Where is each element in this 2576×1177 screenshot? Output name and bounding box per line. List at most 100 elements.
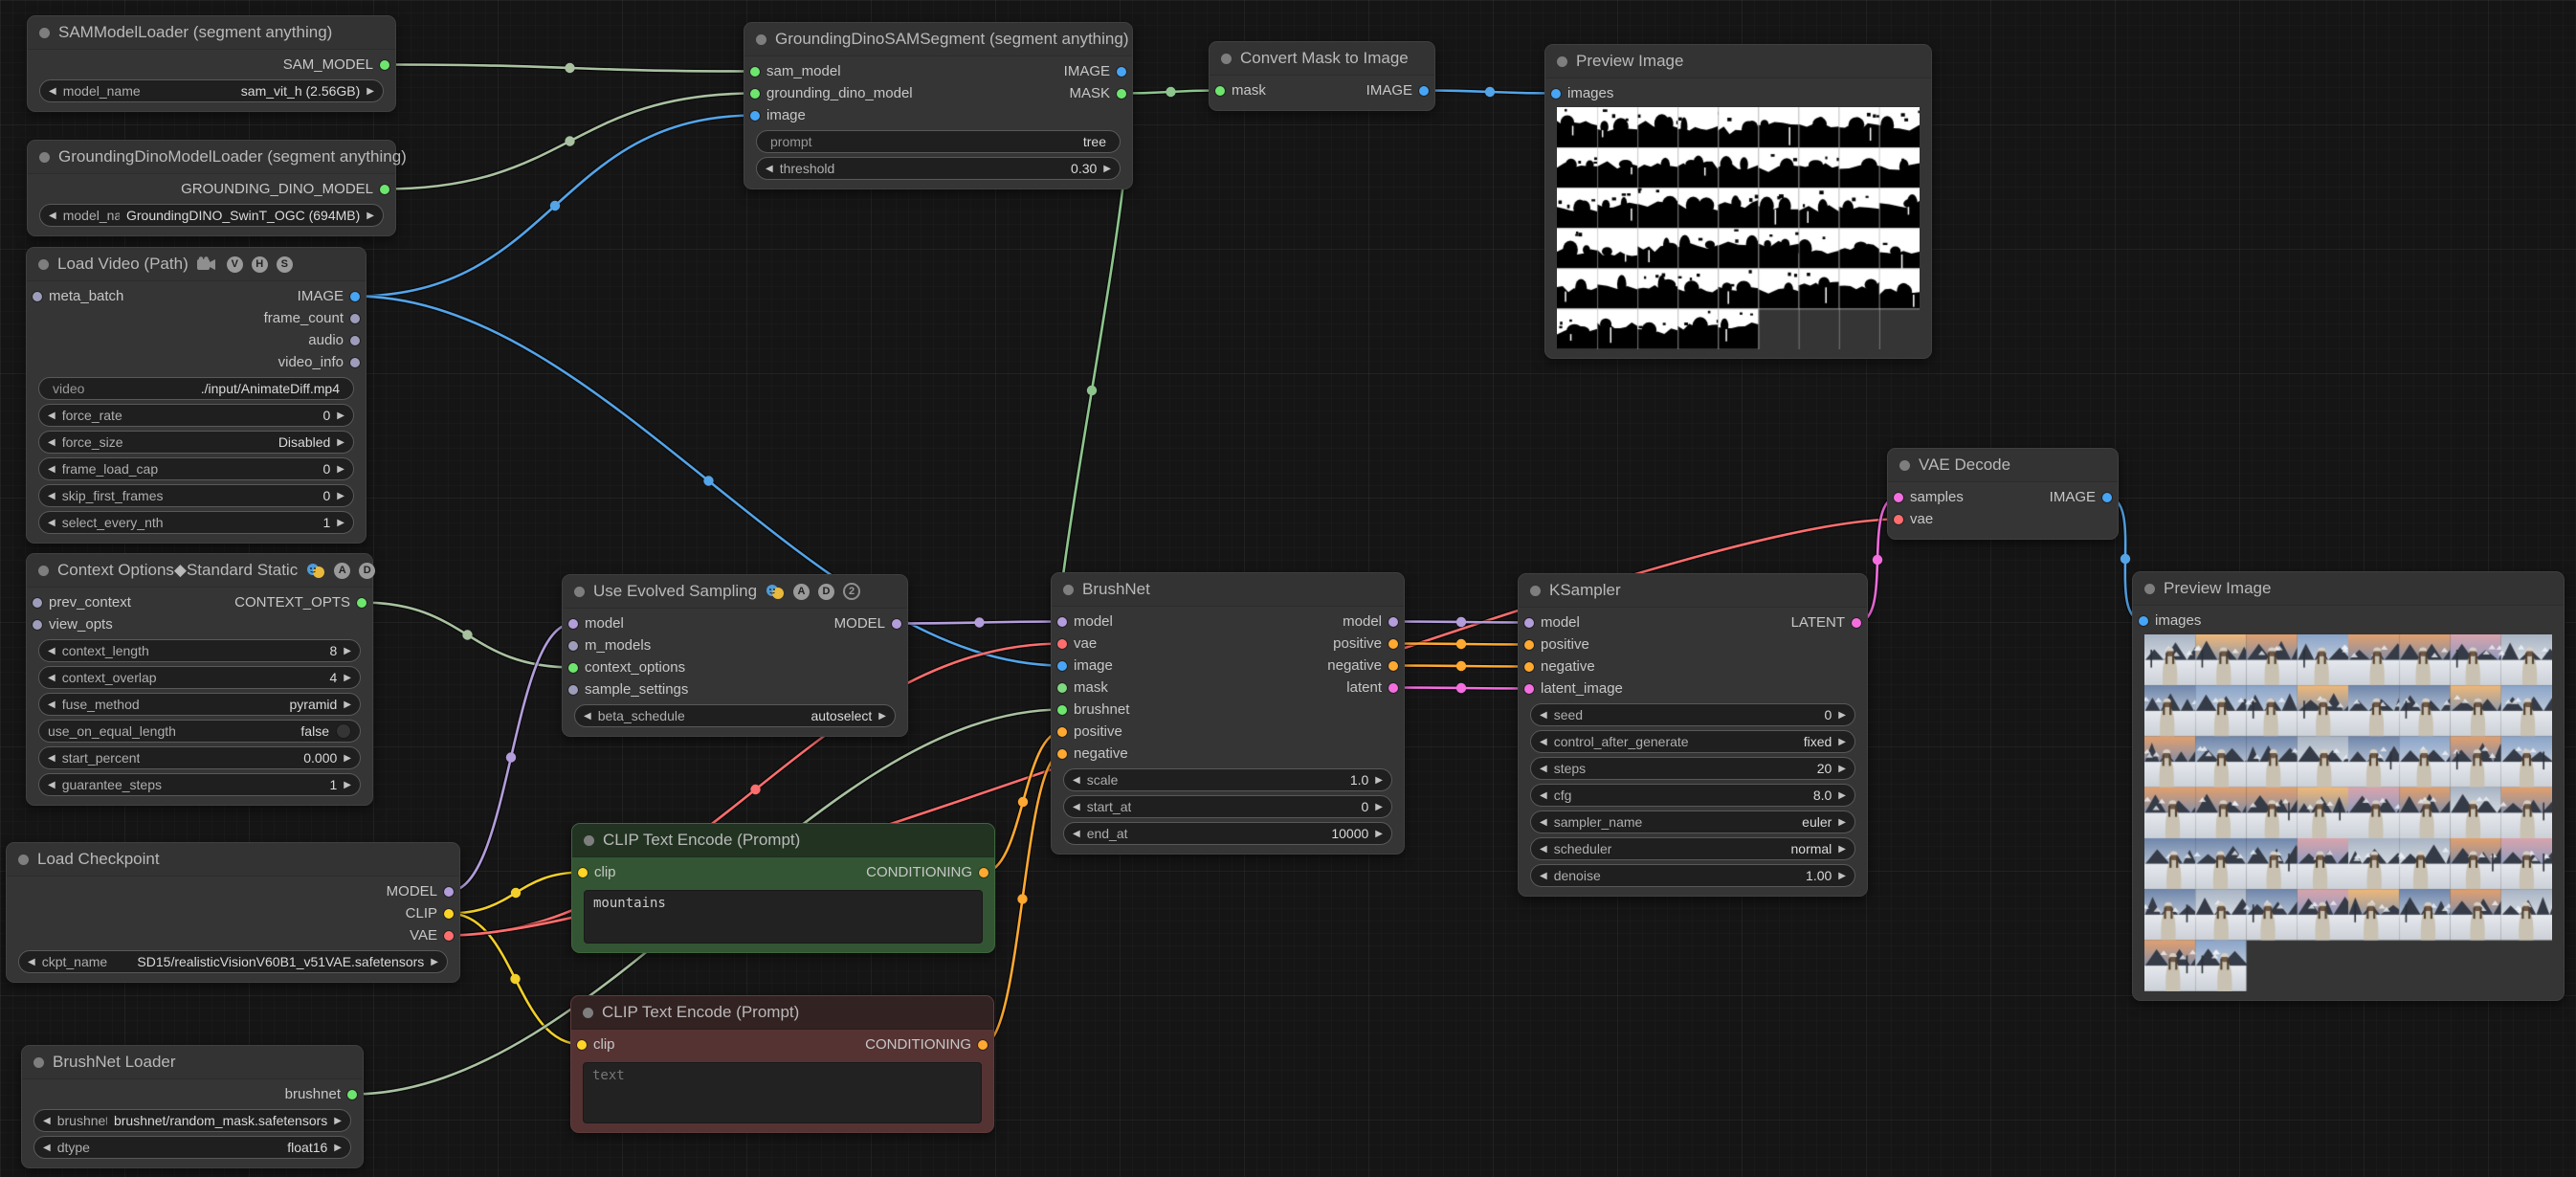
port-CONTEXT_OPTS-output[interactable]	[357, 598, 366, 608]
increment-arrow-icon[interactable]: ▶	[344, 753, 351, 764]
widget-video[interactable]: video./input/AnimateDiff.mp4	[38, 377, 354, 400]
port-brushnet-input[interactable]	[1057, 705, 1067, 715]
increment-arrow-icon[interactable]: ▶	[337, 518, 344, 528]
port-IMAGE-output[interactable]	[1117, 67, 1126, 77]
widget-force_size[interactable]: ◀force_sizeDisabled▶	[38, 431, 354, 454]
increment-arrow-icon[interactable]: ▶	[1103, 164, 1111, 174]
widget-scheduler[interactable]: ◀schedulernormal▶	[1530, 837, 1855, 860]
increment-arrow-icon[interactable]: ▶	[878, 711, 886, 722]
collapse-dot[interactable]	[33, 1057, 44, 1068]
widget-skip_first_frames[interactable]: ◀skip_first_frames0▶	[38, 484, 354, 507]
port-view_opts-input[interactable]	[33, 620, 42, 630]
collapse-dot[interactable]	[1063, 585, 1074, 595]
decrement-arrow-icon[interactable]: ◀	[48, 646, 56, 656]
port-CLIP-output[interactable]	[444, 909, 454, 919]
increment-arrow-icon[interactable]: ▶	[337, 464, 344, 475]
widget-frame_load_cap[interactable]: ◀frame_load_cap0▶	[38, 457, 354, 480]
decrement-arrow-icon[interactable]: ◀	[48, 753, 56, 764]
widget-context_overlap[interactable]: ◀context_overlap4▶	[38, 666, 361, 689]
port-model-input[interactable]	[568, 619, 578, 629]
widget-cfg[interactable]: ◀cfg8.0▶	[1530, 784, 1855, 807]
decrement-arrow-icon[interactable]: ◀	[28, 957, 35, 967]
increment-arrow-icon[interactable]: ▶	[334, 1116, 342, 1126]
port-MASK-output[interactable]	[1117, 89, 1126, 99]
collapse-dot[interactable]	[756, 34, 766, 45]
collapse-dot[interactable]	[2144, 584, 2155, 594]
increment-arrow-icon[interactable]: ▶	[366, 211, 374, 221]
widget-seed[interactable]: ◀seed0▶	[1530, 703, 1855, 726]
widget-ckpt_name[interactable]: ◀ckpt_nameSD15/realisticVisionV60B1_v51V…	[18, 950, 448, 973]
increment-arrow-icon[interactable]: ▶	[431, 957, 438, 967]
node-title-bar[interactable]: Load Checkpoint	[7, 843, 459, 877]
node-brushnet[interactable]: BrushNetmodelmodelvaepositiveimagenegati…	[1051, 572, 1405, 855]
decrement-arrow-icon[interactable]: ◀	[48, 464, 56, 475]
decrement-arrow-icon[interactable]: ◀	[1540, 844, 1547, 855]
port-VAE-output[interactable]	[444, 931, 454, 941]
collapse-dot[interactable]	[18, 855, 29, 865]
decrement-arrow-icon[interactable]: ◀	[49, 86, 56, 97]
node-load_checkpoint[interactable]: Load CheckpointMODELCLIPVAE◀ckpt_nameSD1…	[6, 842, 460, 983]
decrement-arrow-icon[interactable]: ◀	[1540, 737, 1547, 747]
node-sam_loader[interactable]: SAMModelLoader (segment anything)SAM_MOD…	[27, 15, 396, 112]
increment-arrow-icon[interactable]: ▶	[1838, 871, 1846, 881]
port-IMAGE-output[interactable]	[2102, 493, 2112, 502]
widget-steps[interactable]: ◀steps20▶	[1530, 757, 1855, 780]
node-preview_mask[interactable]: Preview Imageimages	[1544, 44, 1932, 359]
decrement-arrow-icon[interactable]: ◀	[48, 491, 56, 501]
decrement-arrow-icon[interactable]: ◀	[1073, 775, 1080, 786]
increment-arrow-icon[interactable]: ▶	[1838, 817, 1846, 828]
port-brushnet-output[interactable]	[347, 1090, 357, 1099]
widget-fuse_method[interactable]: ◀fuse_methodpyramid▶	[38, 693, 361, 716]
port-IMAGE-output[interactable]	[1419, 86, 1429, 96]
widget-model_name[interactable]: ◀model_namesam_vit_h (2.56GB)▶	[39, 79, 384, 102]
increment-arrow-icon[interactable]: ▶	[344, 646, 351, 656]
collapse-dot[interactable]	[39, 152, 50, 163]
node-ksampler[interactable]: KSamplermodelLATENTpositivenegativelaten…	[1518, 573, 1868, 897]
increment-arrow-icon[interactable]: ▶	[1838, 790, 1846, 801]
node-load_video[interactable]: Load Video (Path)VHSmeta_batchIMAGEframe…	[26, 247, 366, 544]
decrement-arrow-icon[interactable]: ◀	[1073, 802, 1080, 812]
toggle-knob-icon[interactable]	[336, 723, 351, 739]
port-image-input[interactable]	[1057, 661, 1067, 671]
port-video_info-output[interactable]	[350, 358, 360, 367]
node-clip_pos[interactable]: CLIP Text Encode (Prompt)clipCONDITIONIN…	[571, 823, 995, 953]
node-clip_neg[interactable]: CLIP Text Encode (Prompt)clipCONDITIONIN…	[570, 995, 994, 1133]
port-GROUNDING_DINO_MODEL-output[interactable]	[380, 185, 389, 194]
increment-arrow-icon[interactable]: ▶	[1838, 737, 1846, 747]
decrement-arrow-icon[interactable]: ◀	[1540, 764, 1547, 774]
collapse-dot[interactable]	[1557, 56, 1567, 67]
node-title-bar[interactable]: VAE Decode	[1888, 449, 2118, 482]
port-images-input[interactable]	[1551, 89, 1561, 99]
decrement-arrow-icon[interactable]: ◀	[48, 700, 56, 710]
port-image-input[interactable]	[750, 111, 760, 121]
port-m_models-input[interactable]	[568, 641, 578, 651]
port-vae-input[interactable]	[1894, 515, 1903, 524]
decrement-arrow-icon[interactable]: ◀	[766, 164, 773, 174]
increment-arrow-icon[interactable]: ▶	[344, 673, 351, 683]
widget-control_after_generate[interactable]: ◀control_after_generatefixed▶	[1530, 730, 1855, 753]
node-gd_sam_segment[interactable]: GroundingDinoSAMSegment (segment anythin…	[744, 22, 1133, 189]
port-mask-input[interactable]	[1057, 683, 1067, 693]
port-mask-input[interactable]	[1215, 86, 1225, 96]
collapse-dot[interactable]	[574, 587, 585, 597]
node-context_opts[interactable]: Context Options◆Standard StaticADprev_co…	[26, 553, 373, 806]
increment-arrow-icon[interactable]: ▶	[344, 780, 351, 790]
increment-arrow-icon[interactable]: ▶	[1375, 829, 1383, 839]
increment-arrow-icon[interactable]: ▶	[337, 437, 344, 448]
increment-arrow-icon[interactable]: ▶	[1375, 775, 1383, 786]
collapse-dot[interactable]	[583, 1008, 593, 1018]
port-LATENT-output[interactable]	[1852, 618, 1861, 628]
node-title-bar[interactable]: Use Evolved SamplingAD2	[563, 575, 907, 609]
node-use_evolved[interactable]: Use Evolved SamplingAD2modelMODELm_model…	[562, 574, 908, 737]
port-meta_batch-input[interactable]	[33, 292, 42, 301]
decrement-arrow-icon[interactable]: ◀	[43, 1116, 51, 1126]
decrement-arrow-icon[interactable]: ◀	[1073, 829, 1080, 839]
decrement-arrow-icon[interactable]: ◀	[48, 518, 56, 528]
increment-arrow-icon[interactable]: ▶	[1838, 764, 1846, 774]
node-preview_final[interactable]: Preview Imageimages	[2132, 571, 2565, 1001]
port-positive-input[interactable]	[1057, 727, 1067, 737]
port-negative-input[interactable]	[1057, 749, 1067, 759]
increment-arrow-icon[interactable]: ▶	[337, 411, 344, 421]
node-vae_decode[interactable]: VAE DecodesamplesIMAGEvae	[1887, 448, 2119, 540]
decrement-arrow-icon[interactable]: ◀	[49, 211, 56, 221]
